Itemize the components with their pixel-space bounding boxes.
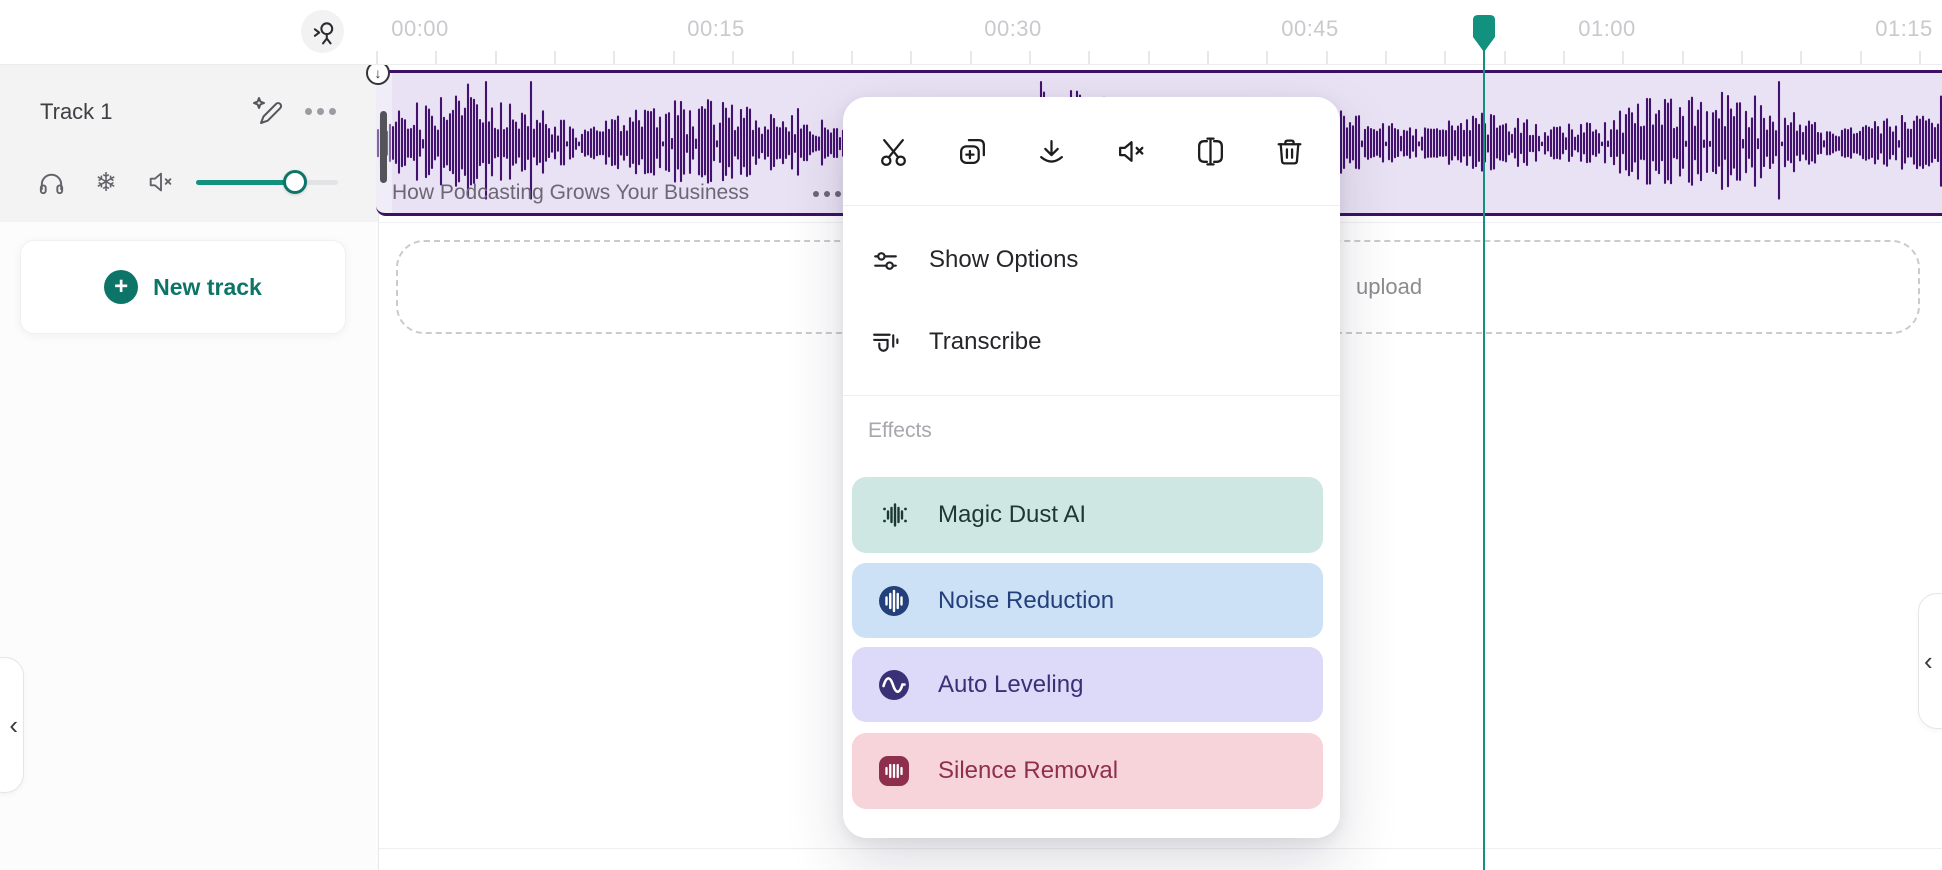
volume-fill [196,180,295,185]
auto-leveling-icon [877,668,911,702]
ruler-label: 00:45 [1281,16,1339,42]
menu-item-label: Transcribe [929,328,1041,356]
effect-label: Auto Leveling [938,671,1083,699]
timeline-ruler[interactable]: 00:00 00:15 00:30 00:45 01:00 01:15 [0,0,1942,65]
cut-button[interactable] [869,127,917,175]
track-more-button[interactable] [299,107,342,116]
download-icon [1035,135,1068,168]
effect-label: Silence Removal [938,757,1118,785]
playhead-handle[interactable] [1472,14,1496,54]
effect-silence-removal[interactable]: Silence Removal [852,733,1323,809]
magic-dust-icon [877,498,911,532]
split-button[interactable] [1187,127,1235,175]
split-icon [1194,135,1227,168]
download-button[interactable] [1028,127,1076,175]
mute-clip-button[interactable] [1107,127,1155,175]
track-title: Track 1 [40,99,113,125]
ruler-label: 01:00 [1578,16,1636,42]
ruler-label: 01:15 [1875,16,1933,42]
effect-label: Magic Dust AI [938,501,1086,529]
menu-item-transcribe[interactable]: Transcribe [843,305,1340,379]
duplicate-button[interactable] [948,127,996,175]
effect-auto-leveling[interactable]: Auto Leveling [852,647,1323,722]
track-panel: Track 1 [0,64,378,222]
cut-icon [877,135,910,168]
ruler-label: 00:00 [391,16,449,42]
lavalier-mic-icon [310,19,336,45]
dropzone-hint-text: upload [1356,274,1422,300]
chevron-left-icon: ‹ [9,712,18,738]
mute-icon [1115,135,1148,168]
new-track-label: New track [153,274,262,301]
clip-more-button[interactable] [813,191,841,197]
effect-label: Noise Reduction [938,587,1114,615]
new-track-button[interactable]: + New track [20,240,346,334]
ruler-label: 00:30 [984,16,1042,42]
clip-context-menu: Show Options Transcribe Effects [843,97,1340,838]
mic-button[interactable] [301,10,344,53]
chevron-left-icon: ‹ [1924,648,1933,674]
magic-edit-icon [249,93,285,129]
menu-divider [843,205,1340,206]
volume-slider[interactable] [196,175,338,189]
clip-title: How Podcasting Grows Your Business [392,181,749,205]
audio-editor-app: 00:00 00:15 00:30 00:45 01:00 01:15 Trac… [0,0,1942,870]
noise-reduction-icon [877,584,911,618]
menu-item-label: Show Options [929,246,1078,274]
collapse-right-panel-tab[interactable]: ‹ [1918,593,1942,729]
effect-noise-reduction[interactable]: Noise Reduction [852,563,1323,638]
transcribe-icon [868,325,902,359]
silence-removal-icon [877,754,911,788]
ruler-label: 00:15 [687,16,745,42]
magic-edit-button[interactable] [246,90,288,132]
playhead-line[interactable] [1483,38,1485,870]
mute-icon [146,167,176,197]
freeze-icon: ❄ [95,169,117,195]
ellipsis-icon [305,108,312,115]
solo-headphones-button[interactable] [35,166,67,198]
plus-icon: + [104,270,138,304]
ellipsis-icon [813,191,819,197]
effects-heading: Effects [868,419,932,443]
effect-magic-dust-ai[interactable]: Magic Dust AI [852,477,1323,553]
collapse-sidebar-tab[interactable]: ‹ [0,657,24,793]
menu-divider [843,395,1340,396]
freeze-track-button[interactable]: ❄ [90,166,122,198]
menu-item-show-options[interactable]: Show Options [843,223,1340,297]
options-sliders-icon [868,243,902,277]
sidebar: Track 1 [0,64,379,870]
volume-thumb[interactable] [283,170,307,194]
duplicate-icon [956,135,989,168]
mute-track-button[interactable] [145,166,177,198]
clip-action-bar [843,97,1340,205]
headphones-icon [36,167,67,198]
clip-trim-handle[interactable] [380,111,387,183]
delete-icon [1273,135,1306,168]
delete-button[interactable] [1266,127,1314,175]
